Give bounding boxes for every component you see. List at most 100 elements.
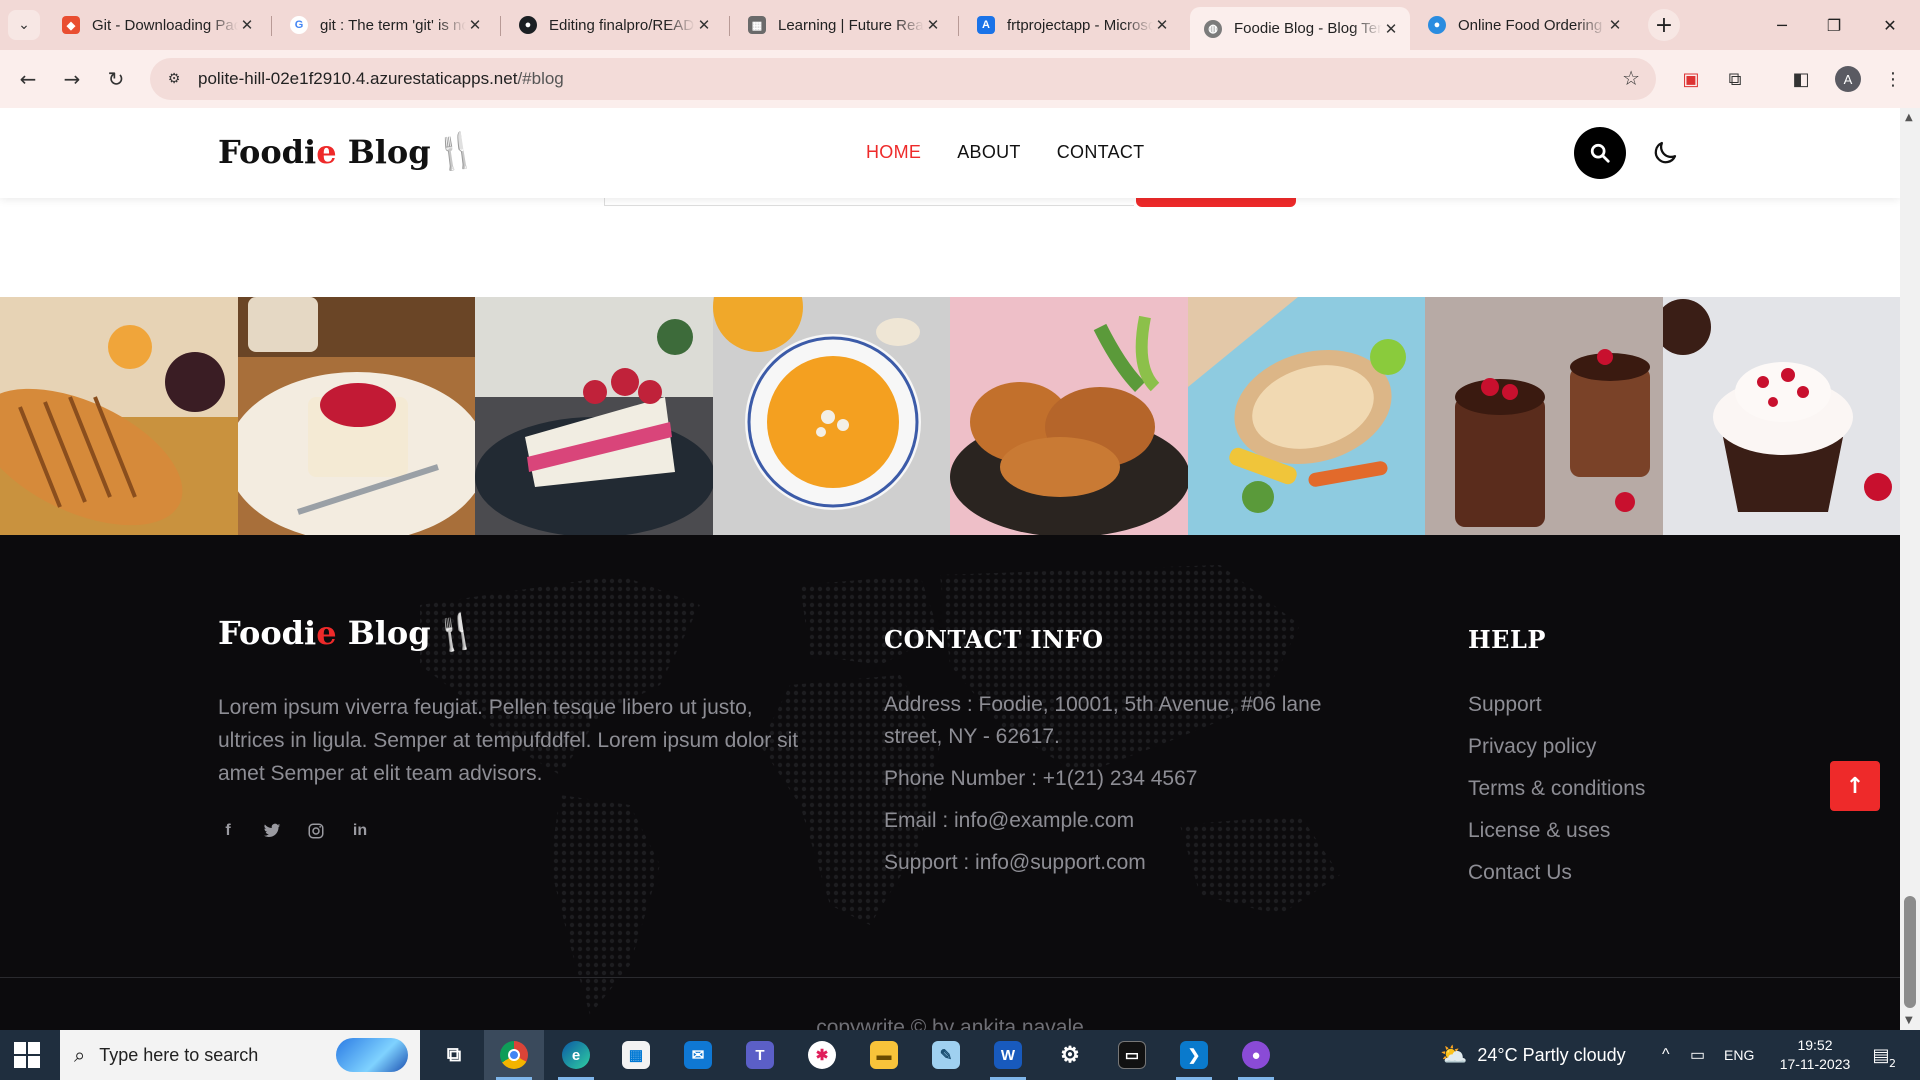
linkedin-icon[interactable]: in: [350, 821, 370, 841]
scrollbar-thumb[interactable]: [1904, 896, 1916, 1008]
google-icon: G: [290, 16, 308, 34]
tray-show-hidden-icon[interactable]: ^: [1662, 1030, 1670, 1080]
browser-tab[interactable]: G git : The term 'git' is not ✕: [276, 7, 494, 43]
weather-widget[interactable]: ⛅ 24°C Partly cloudy: [1440, 1030, 1626, 1080]
help-link-support[interactable]: Support: [1468, 689, 1645, 731]
newsletter-input[interactable]: [604, 198, 1134, 206]
footer-about-text: Lorem ipsum viverra feugiat. Pellen tesq…: [218, 696, 799, 785]
taskbar-store[interactable]: ▦: [606, 1030, 666, 1080]
language-indicator[interactable]: ENG: [1724, 1030, 1754, 1080]
minimize-button[interactable]: ─: [1752, 10, 1812, 40]
taskbar-file-explorer[interactable]: ▬: [854, 1030, 914, 1080]
facebook-icon[interactable]: f: [218, 821, 238, 841]
taskbar-search-box[interactable]: ⌕ Type here to search: [60, 1030, 420, 1080]
close-tab-icon[interactable]: ✕: [695, 16, 713, 34]
close-tab-icon[interactable]: ✕: [1153, 16, 1171, 34]
gallery-image-pumpkin-soup[interactable]: [712, 297, 950, 535]
gallery-image-panna-cotta[interactable]: [237, 297, 475, 535]
taskbar-github-desktop[interactable]: ●: [1226, 1030, 1286, 1080]
back-button[interactable]: ←: [12, 63, 44, 95]
gallery-image-fried-chicken[interactable]: [950, 297, 1188, 535]
store-icon: ▦: [622, 1041, 650, 1069]
battery-icon[interactable]: ▭: [1690, 1030, 1705, 1080]
extensions-puzzle-icon[interactable]: ⧉: [1720, 64, 1750, 94]
gallery-image-fish-plate[interactable]: [1187, 297, 1425, 535]
gallery-image-bread[interactable]: [0, 297, 238, 535]
windows-start-button[interactable]: [14, 1042, 40, 1068]
gallery-image-berry-cake[interactable]: [475, 297, 713, 535]
extension-icon[interactable]: ▣: [1676, 64, 1706, 94]
close-window-button[interactable]: ✕: [1860, 10, 1920, 40]
taskbar-chrome[interactable]: [484, 1030, 544, 1080]
weather-cloud-icon: ⛅: [1440, 1042, 1468, 1067]
close-tab-icon[interactable]: ✕: [924, 16, 942, 34]
newsletter-submit-button[interactable]: [1136, 198, 1296, 207]
tab-title: Editing finalpro/README: [549, 16, 695, 34]
help-link-contact[interactable]: Contact Us: [1468, 857, 1645, 899]
address-bar[interactable]: ⚙ polite-hill-02e1f2910.4.azurestaticapp…: [150, 58, 1656, 100]
help-link-privacy[interactable]: Privacy policy: [1468, 731, 1645, 773]
footer-logo[interactable]: Foodie Blog🍴: [218, 610, 480, 656]
taskbar-terminal[interactable]: ▭: [1102, 1030, 1162, 1080]
gallery-image-cupcake[interactable]: [1662, 297, 1900, 535]
close-tab-icon[interactable]: ✕: [238, 16, 256, 34]
browser-tab-active[interactable]: ◍ Foodie Blog - Blog Template ✕: [1190, 7, 1410, 50]
taskbar-notepad[interactable]: ✎: [916, 1030, 976, 1080]
dark-mode-toggle[interactable]: [1648, 136, 1682, 170]
scroll-down-arrow-icon[interactable]: ▼: [1905, 1015, 1913, 1026]
taskbar-teams[interactable]: T: [730, 1030, 790, 1080]
gallery-image-chocolate-mousse[interactable]: [1425, 297, 1663, 535]
close-tab-icon[interactable]: ✕: [1606, 16, 1624, 34]
clock-time: 19:52: [1797, 1037, 1833, 1053]
browser-tab[interactable]: ● Online Food Ordering ✕: [1414, 7, 1634, 43]
taskbar-clock[interactable]: 19:52 17-11-2023: [1770, 1036, 1860, 1074]
nav-about[interactable]: ABOUT: [957, 142, 1021, 163]
taskbar-vscode[interactable]: ❯: [1164, 1030, 1224, 1080]
site-logo[interactable]: Foodie Blog🍴: [218, 129, 480, 175]
close-tab-icon[interactable]: ✕: [466, 16, 484, 34]
clock-date: 17-11-2023: [1779, 1056, 1851, 1072]
twitter-icon[interactable]: [262, 821, 282, 841]
nav-contact[interactable]: CONTACT: [1057, 142, 1145, 163]
help-links: Support Privacy policy Terms & condition…: [1468, 689, 1645, 899]
notification-icon: ▤: [1872, 1044, 1890, 1066]
page-scrollbar[interactable]: ▲ ▼: [1900, 108, 1920, 1030]
scroll-up-arrow-icon[interactable]: ▲: [1905, 112, 1913, 123]
restore-button[interactable]: ❐: [1804, 10, 1864, 40]
profile-avatar[interactable]: A: [1835, 66, 1861, 92]
browser-tab[interactable]: ● Editing finalpro/README ✕: [505, 7, 723, 43]
taskbar-mail[interactable]: ✉: [668, 1030, 728, 1080]
contact-phone[interactable]: Phone Number : +1(21) 234 4567: [884, 763, 1364, 795]
site-info-icon[interactable]: ⚙: [160, 65, 188, 93]
new-tab-button[interactable]: +: [1648, 9, 1680, 41]
instagram-icon[interactable]: [306, 821, 326, 841]
help-link-terms[interactable]: Terms & conditions: [1468, 773, 1645, 815]
side-panel-icon[interactable]: ◧: [1786, 64, 1816, 94]
chrome-icon: [500, 1041, 528, 1069]
contact-email[interactable]: Email : info@example.com: [884, 805, 1364, 837]
search-button[interactable]: [1574, 127, 1626, 179]
browser-tab[interactable]: ◆ Git - Downloading Package ✕: [48, 7, 266, 43]
task-view-button[interactable]: ⧉: [424, 1030, 484, 1080]
close-tab-icon[interactable]: ✕: [1382, 20, 1400, 38]
tab-search-menu-button[interactable]: ⌄: [8, 10, 40, 40]
globe-icon: ◍: [1204, 19, 1222, 38]
nav-home[interactable]: HOME: [866, 142, 921, 163]
url-text[interactable]: polite-hill-02e1f2910.4.azurestaticapps.…: [198, 69, 564, 89]
mail-icon: ✉: [684, 1041, 712, 1069]
reload-button[interactable]: ↻: [100, 63, 132, 95]
tab-title: Git - Downloading Package: [92, 16, 238, 34]
scroll-to-top-button[interactable]: ↑: [1830, 761, 1880, 811]
help-link-license[interactable]: License & uses: [1468, 815, 1645, 857]
browser-tab[interactable]: A frtprojectapp - Microsoft ✕: [963, 7, 1181, 43]
notification-center-button[interactable]: ▤ 2: [1868, 1042, 1896, 1071]
bookmark-star-icon[interactable]: ☆: [1622, 66, 1640, 90]
contact-support[interactable]: Support : info@support.com: [884, 847, 1364, 879]
taskbar-edge[interactable]: e: [546, 1030, 606, 1080]
browser-menu-icon[interactable]: ⋮: [1878, 64, 1908, 94]
browser-tab[interactable]: ▦ Learning | Future Ready ✕: [734, 7, 952, 43]
forward-button[interactable]: →: [56, 63, 88, 95]
taskbar-settings[interactable]: ⚙: [1040, 1030, 1100, 1080]
taskbar-word[interactable]: W: [978, 1030, 1038, 1080]
taskbar-slack[interactable]: ✱: [792, 1030, 852, 1080]
